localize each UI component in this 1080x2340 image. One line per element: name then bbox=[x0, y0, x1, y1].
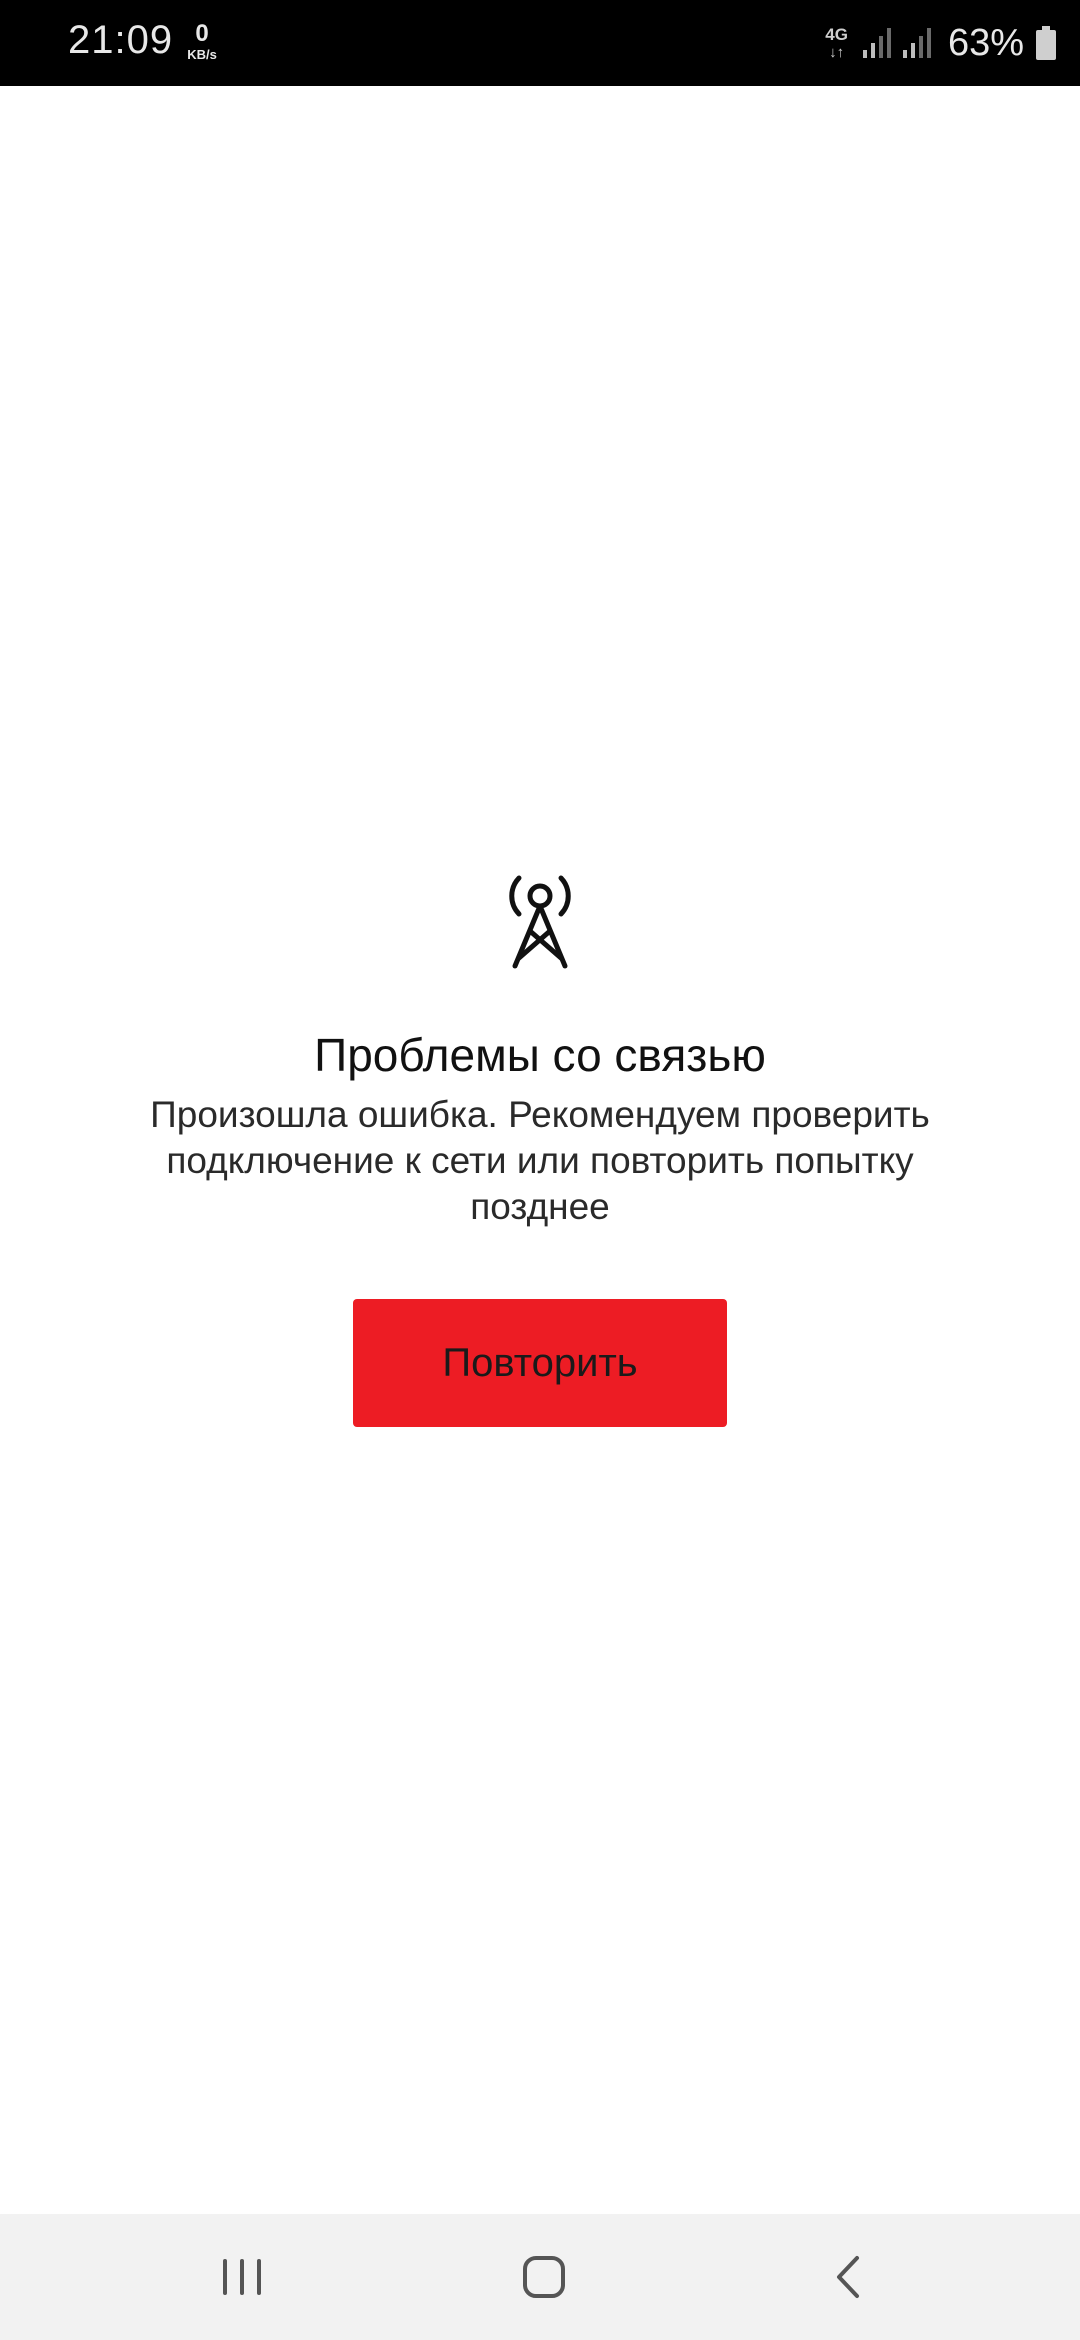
error-title: Проблемы со связью bbox=[314, 1029, 766, 1081]
home-icon bbox=[523, 2256, 565, 2298]
network-type-label: 4G bbox=[825, 25, 848, 44]
status-bar: 21:09 0 KB/s 4G ↓↑ 63% bbox=[0, 0, 1080, 86]
network-speed-value: 0 bbox=[195, 20, 209, 47]
error-screen: Проблемы со связью Произошла ошибка. Рек… bbox=[0, 86, 1080, 2214]
status-time: 21:09 bbox=[68, 18, 174, 62]
screen: 21:09 0 KB/s 4G ↓↑ 63% Проблемы со связь… bbox=[0, 0, 1080, 2340]
status-icons: 4G ↓↑ 63% bbox=[825, 0, 1056, 86]
battery-percent: 63% bbox=[947, 21, 1024, 64]
back-button[interactable] bbox=[808, 2242, 888, 2312]
navigation-bar bbox=[0, 2214, 1080, 2340]
data-arrows-icon: ↓↑ bbox=[829, 44, 845, 61]
error-message: Произошла ошибка. Рекомендуем проверить … bbox=[150, 1094, 930, 1227]
retry-button[interactable]: Повторить bbox=[353, 1299, 727, 1427]
network-speed: 0 KB/s bbox=[180, 20, 224, 62]
back-icon bbox=[837, 2256, 859, 2298]
battery-icon bbox=[1036, 26, 1056, 60]
signal-strength-icon bbox=[862, 28, 891, 58]
network-type: 4G ↓↑ bbox=[825, 26, 848, 60]
home-button[interactable] bbox=[504, 2242, 584, 2312]
network-speed-unit: KB/s bbox=[187, 47, 217, 62]
recents-button[interactable] bbox=[202, 2242, 282, 2312]
recents-icon bbox=[223, 2259, 261, 2295]
radio-tower-icon bbox=[509, 875, 571, 969]
signal-strength-icon bbox=[902, 28, 931, 58]
